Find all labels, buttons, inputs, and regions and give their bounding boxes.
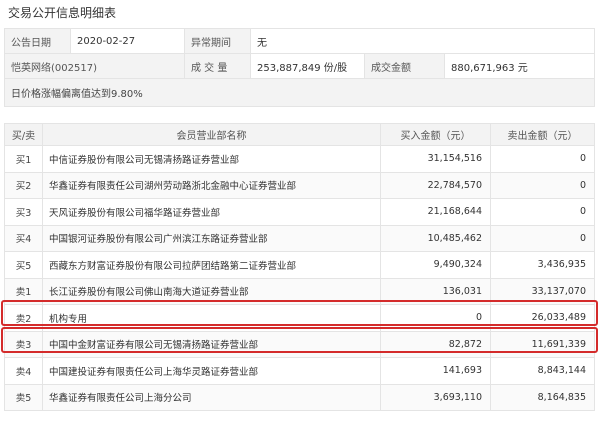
summary-row-volume: 恺英网络(002517) 成 交 量 253,887,849 份/股 成交金额 … [4,53,596,79]
table-header-row: 买/卖 会员营业部名称 买入金额（元） 卖出金额（元） [4,123,595,146]
row-broker-name: 中国中金财富证券有限公司无锡清扬路证券营业部 [42,330,381,358]
row-sell-amount: 0 [490,145,595,173]
broker-table: 买/卖 会员营业部名称 买入金额（元） 卖出金额（元） 买1 中信证券股份有限公… [4,123,595,411]
row-broker-name: 西藏东方财富证券股份有限公司拉萨团结路第二证券营业部 [42,251,381,279]
amount-label: 成交金额 [364,53,445,79]
row-sell-amount: 8,843,144 [490,357,595,385]
period-value: 无 [249,28,596,54]
row-broker-name: 华鑫证券有限责任公司湖州劳动路浙北金融中心证券营业部 [42,171,381,199]
row-buy-amount: 31,154,516 [380,145,491,173]
row-sell-amount: 33,137,070 [490,277,595,305]
row-buy-amount: 21,168,644 [380,198,491,226]
header-buy-amount: 买入金额（元） [380,123,491,146]
summary-row-date: 公告日期 2020-02-27 异常期间 无 [4,28,596,54]
date-label: 公告日期 [4,28,71,54]
row-side: 卖4 [4,357,43,385]
row-broker-name: 华鑫证券有限责任公司上海分公司 [42,383,381,411]
header-broker-name: 会员营业部名称 [42,123,381,146]
row-broker-name: 中国银河证券股份有限公司广州滨江东路证券营业部 [42,224,381,252]
row-buy-amount: 10,485,462 [380,224,491,252]
page-title: 交易公开信息明细表 [8,6,117,20]
volume-label: 成 交 量 [184,53,251,79]
volume-value: 253,887,849 份/股 [250,53,365,79]
row-broker-name: 天风证券股份有限公司福华路证券营业部 [42,198,381,226]
row-side: 卖2 [4,304,43,332]
row-side: 买2 [4,171,43,199]
row-broker-name: 中国建投证券有限责任公司上海华灵路证券营业部 [42,357,381,385]
row-side: 买3 [4,198,43,226]
table-row: 买5 西藏东方财富证券股份有限公司拉萨团结路第二证券营业部 9,490,324 … [4,251,595,279]
row-sell-amount: 0 [490,198,595,226]
row-side: 卖3 [4,330,43,358]
summary-table: 公告日期 2020-02-27 异常期间 无 恺英网络(002517) 成 交 … [3,28,596,107]
table-row: 买4 中国银河证券股份有限公司广州滨江东路证券营业部 10,485,462 0 [4,224,595,252]
row-sell-amount: 26,033,489 [490,304,595,332]
row-buy-amount: 9,490,324 [380,251,491,279]
table-row: 买2 华鑫证券有限责任公司湖州劳动路浙北金融中心证券营业部 22,784,570… [4,171,595,199]
table-row: 卖1 长江证券股份有限公司佛山南海大道证券营业部 136,031 33,137,… [4,277,595,305]
table-row: 卖3 中国中金财富证券有限公司无锡清扬路证券营业部 82,872 11,691,… [4,330,595,358]
header-sell-amount: 卖出金额（元） [490,123,595,146]
row-side: 卖1 [4,277,43,305]
header-side: 买/卖 [4,123,43,146]
row-sell-amount: 0 [490,171,595,199]
table-row: 买1 中信证券股份有限公司无锡清扬路证券营业部 31,154,516 0 [4,145,595,173]
table-row: 卖5 华鑫证券有限责任公司上海分公司 3,693,110 8,164,835 [4,383,595,411]
row-buy-amount: 3,693,110 [380,383,491,411]
row-side: 卖5 [4,383,43,411]
row-broker-name: 机构专用 [42,304,381,332]
trade-disclosure-page: 交易公开信息明细表 公告日期 2020-02-27 异常期间 无 恺英网络(00… [0,0,600,442]
table-row: 卖4 中国建投证券有限责任公司上海华灵路证券营业部 141,693 8,843,… [4,357,595,385]
row-side: 买1 [4,145,43,173]
table-row: 卖2 机构专用 0 26,033,489 [4,304,595,332]
amount-value: 880,671,963 元 [443,53,596,79]
period-label: 异常期间 [184,28,251,54]
summary-row-reason: 日价格涨幅偏离值达到9.80% [3,78,596,107]
row-buy-amount: 141,693 [380,357,491,385]
row-sell-amount: 0 [490,224,595,252]
row-broker-name: 长江证券股份有限公司佛山南海大道证券营业部 [42,277,381,305]
row-sell-amount: 8,164,835 [490,383,595,411]
row-buy-amount: 82,872 [380,330,491,358]
row-side: 买5 [4,251,43,279]
row-buy-amount: 0 [380,304,491,332]
date-value: 2020-02-27 [70,28,185,54]
row-buy-amount: 136,031 [380,277,491,305]
row-sell-amount: 11,691,339 [490,330,595,358]
row-sell-amount: 3,436,935 [490,251,595,279]
stock-name: 恺英网络(002517) [4,53,185,79]
table-row: 买3 天风证券股份有限公司福华路证券营业部 21,168,644 0 [4,198,595,226]
row-broker-name: 中信证券股份有限公司无锡清扬路证券营业部 [42,145,381,173]
row-buy-amount: 22,784,570 [380,171,491,199]
row-side: 买4 [4,224,43,252]
reason-text: 日价格涨幅偏离值达到9.80% [3,78,596,107]
